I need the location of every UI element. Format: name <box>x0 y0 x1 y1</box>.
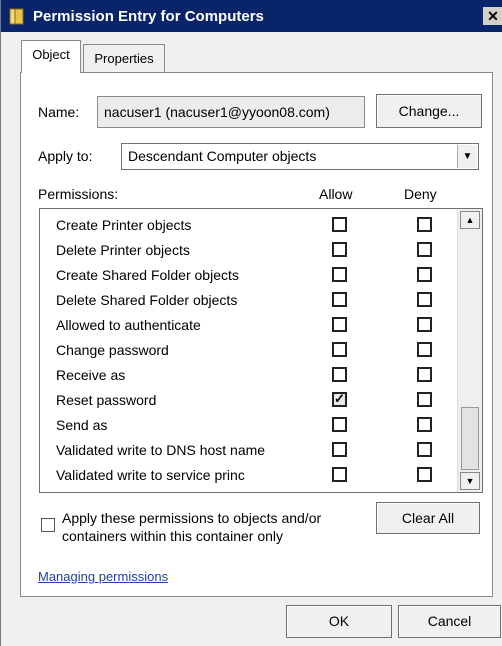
allow-checkbox[interactable]: ✓ <box>332 217 347 232</box>
scroll-thumb[interactable] <box>461 407 479 470</box>
permission-row: Allowed to authenticate ✓ ✓ <box>40 314 456 339</box>
scroll-down-icon[interactable]: ▼ <box>460 472 480 490</box>
permissions-label: Permissions: <box>38 186 119 202</box>
permission-label: Delete Printer objects <box>56 242 190 258</box>
tab-properties[interactable]: Properties <box>83 44 165 72</box>
permission-row: Validated write to DNS host name ✓ ✓ <box>40 439 456 464</box>
deny-checkbox[interactable]: ✓ <box>417 267 432 282</box>
permission-row: Create Shared Folder objects ✓ ✓ <box>40 264 456 289</box>
allow-checkbox[interactable]: ✓ <box>332 417 347 432</box>
deny-checkbox[interactable]: ✓ <box>417 392 432 407</box>
allow-checkbox[interactable]: ✓ <box>332 467 347 482</box>
apply-to-label: Apply to: <box>38 148 93 164</box>
deny-checkbox[interactable]: ✓ <box>417 467 432 482</box>
deny-checkbox[interactable]: ✓ <box>417 242 432 257</box>
permission-label: Validated write to service princ <box>56 467 245 483</box>
ok-button[interactable]: OK <box>286 605 392 638</box>
allow-checkbox[interactable]: ✓ <box>332 317 347 332</box>
permission-label: Receive as <box>56 367 126 383</box>
apply-container-label: Apply these permissions to objects and/o… <box>62 509 321 545</box>
apply-to-select[interactable]: Descendant Computer objects ▼ <box>121 143 479 170</box>
deny-checkbox[interactable]: ✓ <box>417 417 432 432</box>
vertical-scrollbar[interactable]: ▲ ▼ <box>457 209 482 492</box>
managing-permissions-link[interactable]: Managing permissions <box>38 569 168 584</box>
close-icon: ✕ <box>487 8 499 24</box>
permission-entry-dialog: Permission Entry for Computers ✕ Object … <box>0 0 502 646</box>
allow-checkbox[interactable]: ✓ <box>332 242 347 257</box>
permission-label: Allowed to authenticate <box>56 317 201 333</box>
close-button[interactable]: ✕ <box>483 7 502 25</box>
deny-checkbox[interactable]: ✓ <box>417 217 432 232</box>
permission-row: Delete Shared Folder objects ✓ ✓ <box>40 289 456 314</box>
permission-label: Change password <box>56 342 169 358</box>
permission-row: Receive as ✓ ✓ <box>40 364 456 389</box>
permission-label: Send as <box>56 417 108 433</box>
permission-row: Validated write to service princ ✓ ✓ <box>40 464 456 489</box>
permission-label: Validated write to DNS host name <box>56 442 266 458</box>
change-button[interactable]: Change... <box>376 94 482 128</box>
permission-row: Create Printer objects ✓ ✓ <box>40 214 456 239</box>
tab-object[interactable]: Object <box>21 40 81 73</box>
permissions-list[interactable]: Create Printer objects✓✓Delete Printer o… <box>39 208 483 493</box>
deny-checkbox[interactable]: ✓ <box>417 292 432 307</box>
cancel-button[interactable]: Cancel <box>398 605 501 638</box>
deny-checkbox[interactable]: ✓ <box>417 442 432 457</box>
permission-label: Delete Shared Folder objects <box>56 292 238 308</box>
deny-checkbox[interactable]: ✓ <box>417 317 432 332</box>
allow-checkbox[interactable]: ✓ <box>332 342 347 357</box>
permission-row: Reset password ✓ ✓ <box>40 389 456 414</box>
permission-label: Reset password <box>56 392 157 408</box>
deny-column-header: Deny <box>404 186 437 202</box>
apply-container-line2: containers within this container only <box>62 528 284 544</box>
name-label: Name: <box>38 104 80 120</box>
permission-label: Create Shared Folder objects <box>56 267 239 283</box>
allow-checkbox[interactable]: ✓ <box>332 292 347 307</box>
allow-checkbox[interactable]: ✓ <box>332 391 347 407</box>
checkmark-icon: ✓ <box>334 391 345 406</box>
permission-row: Delete Printer objects ✓ ✓ <box>40 239 456 264</box>
folder-icon <box>9 8 24 25</box>
dropdown-arrow-icon[interactable]: ▼ <box>457 145 477 168</box>
allow-column-header: Allow <box>319 186 353 202</box>
clear-all-button[interactable]: Clear All <box>376 502 480 534</box>
allow-checkbox[interactable]: ✓ <box>332 267 347 282</box>
deny-checkbox[interactable]: ✓ <box>417 367 432 382</box>
permission-row: Change password ✓ ✓ <box>40 339 456 364</box>
deny-checkbox[interactable]: ✓ <box>417 342 432 357</box>
name-field: nacuser1 (nacuser1@yyoon08.com) <box>97 96 365 128</box>
apply-to-value: Descendant Computer objects <box>128 148 317 164</box>
allow-checkbox[interactable]: ✓ <box>332 442 347 457</box>
scroll-up-icon[interactable]: ▲ <box>460 211 480 229</box>
apply-container-checkbox[interactable] <box>41 518 55 532</box>
permission-row: Send as ✓ ✓ <box>40 414 456 439</box>
apply-container-line1: Apply these permissions to objects and/o… <box>62 510 322 526</box>
window-title: Permission Entry for Computers <box>33 8 264 25</box>
permission-label: Create Printer objects <box>56 217 192 233</box>
allow-checkbox[interactable]: ✓ <box>332 367 347 382</box>
title-bar[interactable]: Permission Entry for Computers ✕ <box>1 0 502 32</box>
